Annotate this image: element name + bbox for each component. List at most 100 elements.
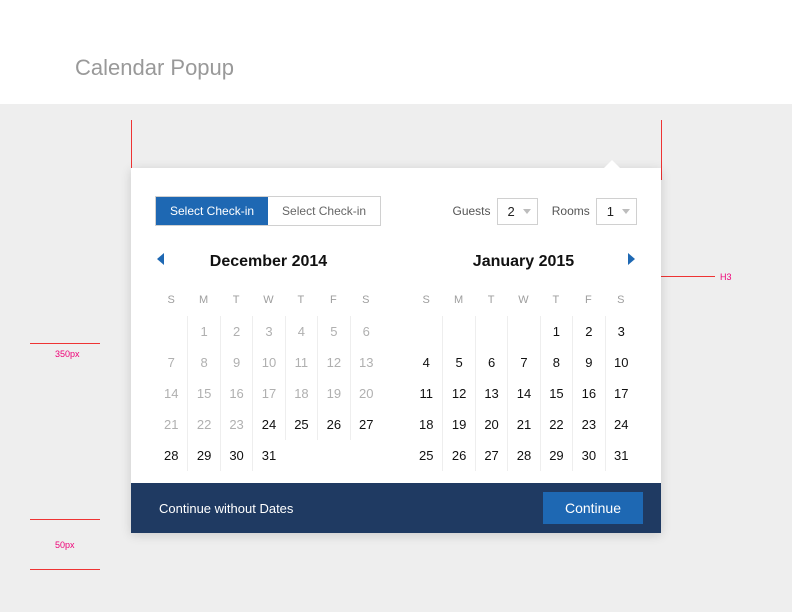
rooms-select[interactable]: 1 (596, 198, 637, 225)
calendar-day[interactable]: 3 (605, 316, 637, 347)
popup-pointer-icon (603, 160, 621, 169)
calendar-day[interactable]: 26 (442, 440, 474, 471)
calendar-day[interactable]: 25 (285, 409, 317, 440)
day-of-week-header: F (572, 288, 604, 316)
calendar-day[interactable]: 12 (442, 378, 474, 409)
calendar-day[interactable]: 4 (410, 347, 442, 378)
calendar-day: 13 (350, 347, 382, 378)
calendar-day[interactable]: 28 (155, 440, 187, 471)
calendar-day[interactable]: 11 (410, 378, 442, 409)
calendar-day[interactable]: 28 (507, 440, 539, 471)
calendar-day[interactable]: 16 (572, 378, 604, 409)
calendar-day[interactable]: 21 (507, 409, 539, 440)
calendar-day[interactable]: 27 (350, 409, 382, 440)
calendar-day[interactable]: 23 (572, 409, 604, 440)
calendar-day[interactable]: 30 (572, 440, 604, 471)
rooms-label: Rooms (552, 204, 590, 218)
calendar-day[interactable]: 29 (187, 440, 219, 471)
calendar-day[interactable]: 31 (605, 440, 637, 471)
calendar-day: 16 (220, 378, 252, 409)
guide-label-h3: H3 (720, 272, 732, 282)
calendar-day: 1 (187, 316, 219, 347)
calendar-day[interactable]: 7 (507, 347, 539, 378)
calendar-day[interactable]: 8 (540, 347, 572, 378)
calendar-day[interactable]: 19 (442, 409, 474, 440)
calendar-day: 22 (187, 409, 219, 440)
calendar-popup: Select Check-in Select Check-in Guests 2… (131, 168, 661, 533)
calendar-day[interactable]: 30 (220, 440, 252, 471)
calendar-day-empty (475, 316, 507, 347)
continue-button[interactable]: Continue (543, 492, 643, 524)
rooms-value: 1 (607, 204, 614, 219)
calendar-day-empty (442, 316, 474, 347)
prev-month-arrow-icon[interactable] (157, 253, 164, 265)
calendar-day: 8 (187, 347, 219, 378)
calendar-day[interactable]: 5 (442, 347, 474, 378)
calendar-day[interactable]: 2 (572, 316, 604, 347)
calendar-day[interactable]: 27 (475, 440, 507, 471)
guide-line (30, 569, 100, 570)
caret-down-icon (622, 209, 630, 214)
calendar-day[interactable]: 22 (540, 409, 572, 440)
calendar-day: 19 (317, 378, 349, 409)
month-left-title: December 2014 (210, 253, 327, 271)
calendar-day[interactable]: 26 (317, 409, 349, 440)
calendar-day: 10 (252, 347, 284, 378)
day-of-week-header: S (410, 288, 442, 316)
calendar-day: 18 (285, 378, 317, 409)
calendar-day[interactable]: 13 (475, 378, 507, 409)
calendar-grid-left: SMTWTFS123456789101112131415161718192021… (155, 288, 382, 471)
month-right: January 2015 SMTWTFS12345678910111213141… (410, 250, 637, 471)
guide-label-350: 350px (55, 349, 80, 359)
day-of-week-header: W (252, 288, 284, 316)
day-of-week-header: T (285, 288, 317, 316)
calendar-day[interactable]: 25 (410, 440, 442, 471)
guide-line (661, 120, 662, 180)
calendar-day[interactable]: 20 (475, 409, 507, 440)
calendar-day: 5 (317, 316, 349, 347)
calendar-day: 21 (155, 409, 187, 440)
next-month-arrow-icon[interactable] (628, 253, 635, 265)
guide-line (30, 343, 100, 344)
calendar-day[interactable]: 17 (605, 378, 637, 409)
calendar-day: 6 (350, 316, 382, 347)
calendar-day[interactable]: 9 (572, 347, 604, 378)
day-of-week-header: M (187, 288, 219, 316)
calendar-day[interactable]: 14 (507, 378, 539, 409)
continue-without-dates-link[interactable]: Continue without Dates (159, 501, 293, 516)
select-checkout-tab[interactable]: Select Check-in (268, 197, 380, 225)
calendar-day[interactable]: 6 (475, 347, 507, 378)
controls-row: Select Check-in Select Check-in Guests 2… (155, 196, 637, 226)
popup-footer: Continue without Dates Continue (131, 483, 661, 533)
month-left: December 2014 SMTWTFS1234567891011121314… (155, 250, 382, 471)
day-of-week-header: T (475, 288, 507, 316)
calendar-day[interactable]: 1 (540, 316, 572, 347)
calendar-day[interactable]: 24 (605, 409, 637, 440)
day-of-week-header: W (507, 288, 539, 316)
calendar-day: 11 (285, 347, 317, 378)
day-of-week-header: M (442, 288, 474, 316)
calendar-day[interactable]: 24 (252, 409, 284, 440)
calendar-day: 14 (155, 378, 187, 409)
calendar-day[interactable]: 18 (410, 409, 442, 440)
calendar-day[interactable]: 10 (605, 347, 637, 378)
calendar-grid-right: SMTWTFS123456789101112131415161718192021… (410, 288, 637, 471)
guests-select[interactable]: 2 (497, 198, 538, 225)
caret-down-icon (523, 209, 531, 214)
calendar-day: 4 (285, 316, 317, 347)
calendar-day[interactable]: 29 (540, 440, 572, 471)
calendar-day: 3 (252, 316, 284, 347)
calendar-day-empty (155, 316, 187, 347)
calendar-day: 2 (220, 316, 252, 347)
guide-label-50: 50px (55, 540, 75, 550)
day-of-week-header: T (220, 288, 252, 316)
guests-value: 2 (508, 204, 515, 219)
calendar-day[interactable]: 15 (540, 378, 572, 409)
calendar-day: 20 (350, 378, 382, 409)
day-of-week-header: S (155, 288, 187, 316)
guests-label: Guests (453, 204, 491, 218)
calendar-day[interactable]: 31 (252, 440, 284, 471)
calendar-day: 23 (220, 409, 252, 440)
select-checkin-tab[interactable]: Select Check-in (156, 197, 268, 225)
calendar-day: 9 (220, 347, 252, 378)
